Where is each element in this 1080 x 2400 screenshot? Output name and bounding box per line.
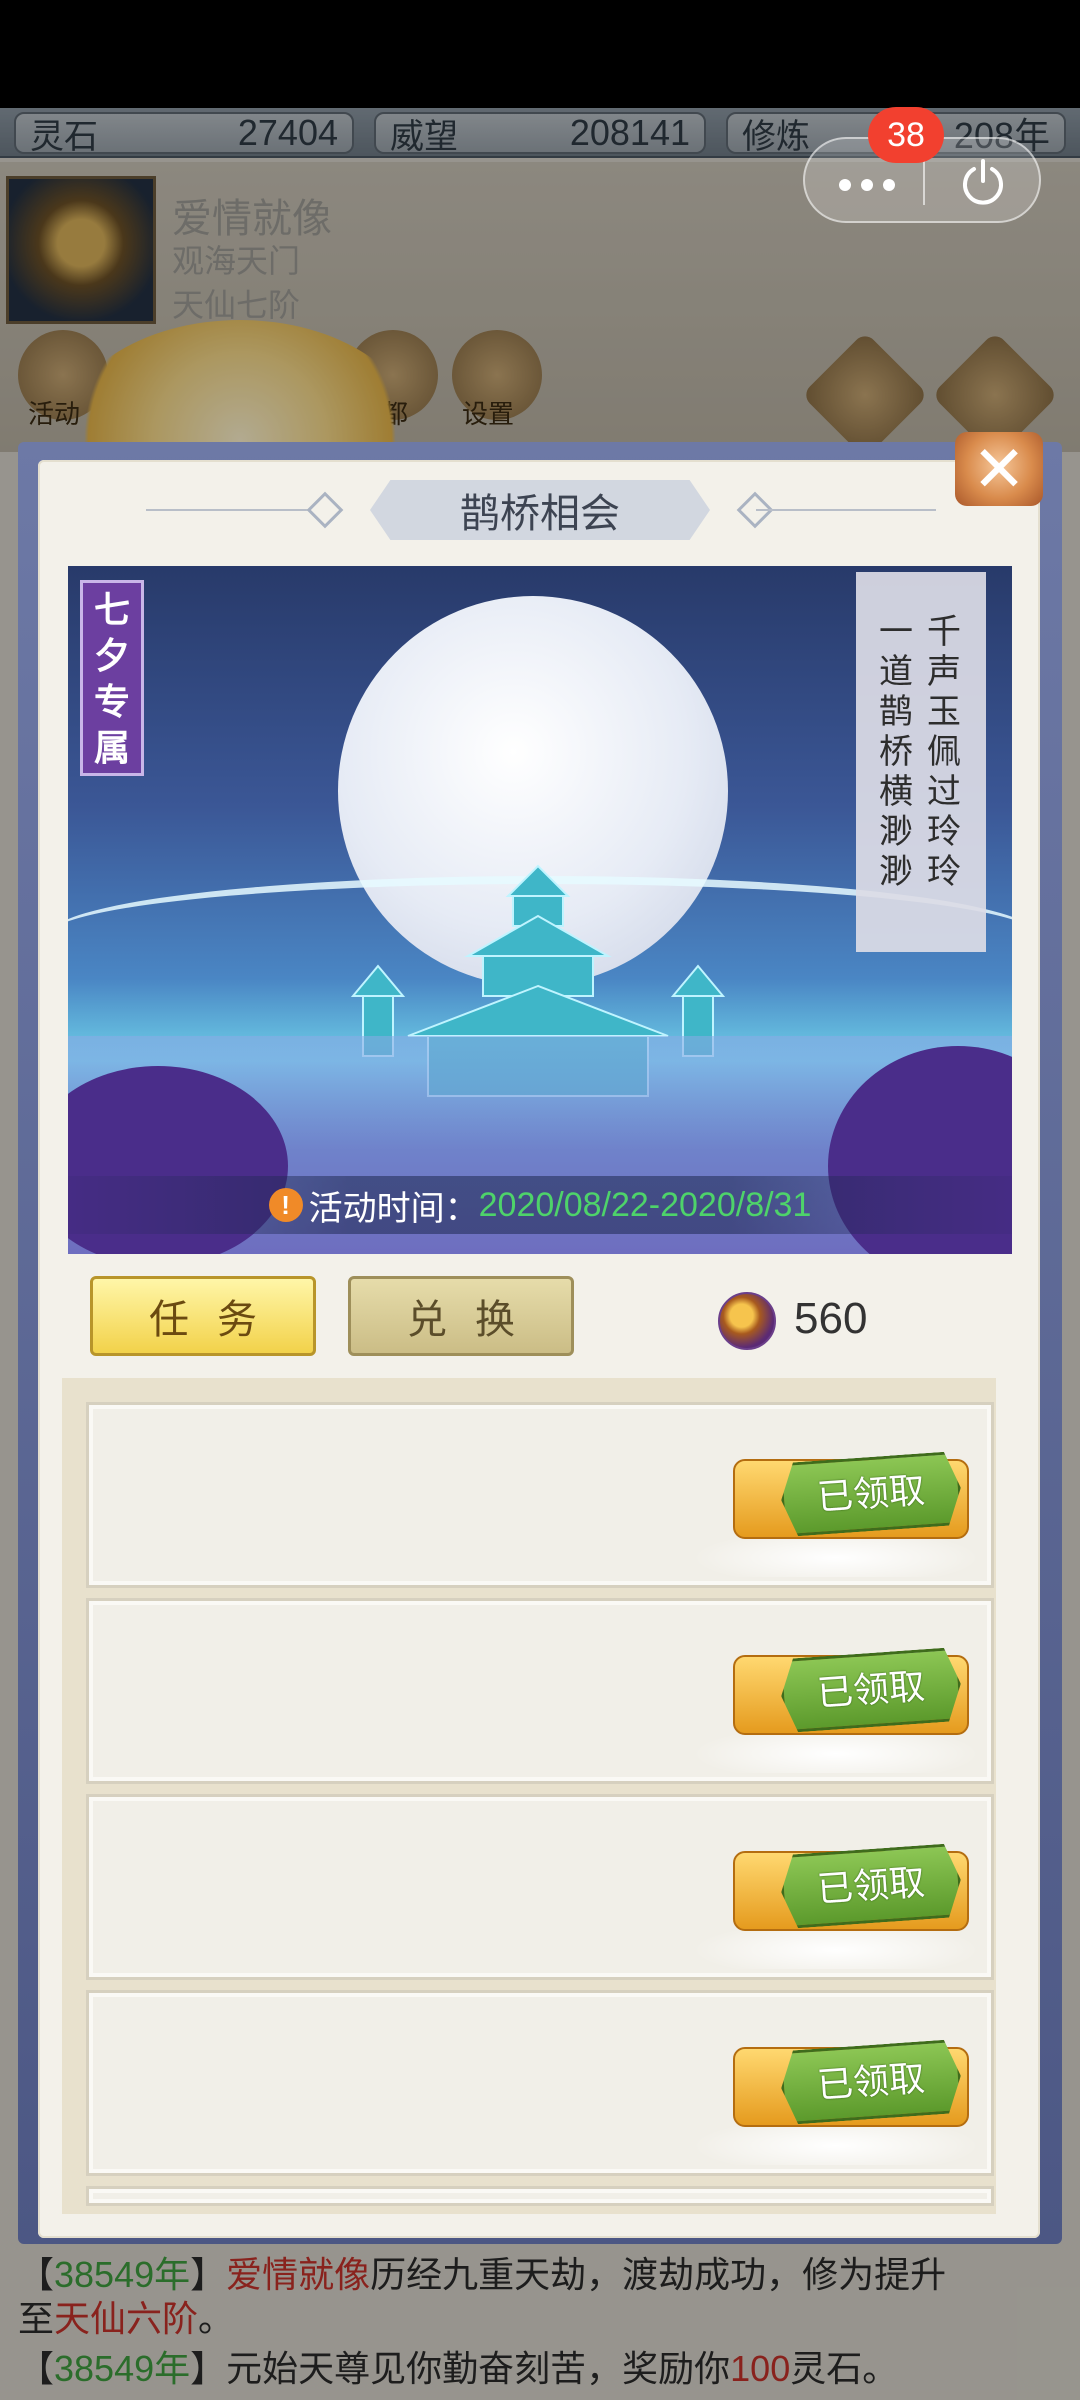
poem-box: 千声玉佩过玲玲 一道鹊桥横渺渺	[856, 572, 986, 952]
magpie-coin-icon	[718, 1292, 776, 1350]
event-time-value: 2020/08/22-2020/8/31	[478, 1185, 812, 1224]
notification-badge: 38	[868, 107, 944, 163]
claimed-stamp: 已领取	[779, 1647, 964, 1733]
task-row: 已领取	[86, 1598, 994, 1784]
capsule-divider	[923, 159, 925, 205]
tab-tasks[interactable]: 任务	[90, 1276, 316, 1356]
title-divider	[756, 509, 936, 511]
qixi-exclusive-tag: 七夕专属	[80, 580, 144, 776]
task-row: 已领取	[86, 1402, 994, 1588]
close-button[interactable]: ✕	[955, 432, 1043, 506]
event-time-label: 活动时间：	[308, 1189, 479, 1228]
status-bar	[0, 0, 1080, 108]
tab-exchange[interactable]: 兑换	[348, 1276, 574, 1356]
claimed-stamp: 已领取	[779, 2039, 964, 2125]
task-row: 已领取	[86, 1794, 994, 1980]
task-row: 已领取	[86, 1990, 994, 2176]
event-time: ! 活动时间： 2020/08/22-2020/8/31	[68, 1176, 1012, 1234]
poem-line: 千声玉佩过玲玲	[927, 612, 961, 892]
claimed-stamp: 已领取	[779, 1843, 964, 1929]
power-icon[interactable]	[957, 157, 1009, 209]
modal-title: 鹊桥相会	[370, 480, 710, 540]
poem-line: 一道鹊桥横渺渺	[879, 612, 913, 892]
claimed-stamp: 已领取	[779, 1451, 964, 1537]
warning-icon: !	[268, 1188, 303, 1222]
more-icon[interactable]	[839, 163, 899, 203]
title-divider	[146, 509, 326, 511]
currency-count: 560	[794, 1294, 868, 1343]
task-row	[86, 2186, 994, 2206]
